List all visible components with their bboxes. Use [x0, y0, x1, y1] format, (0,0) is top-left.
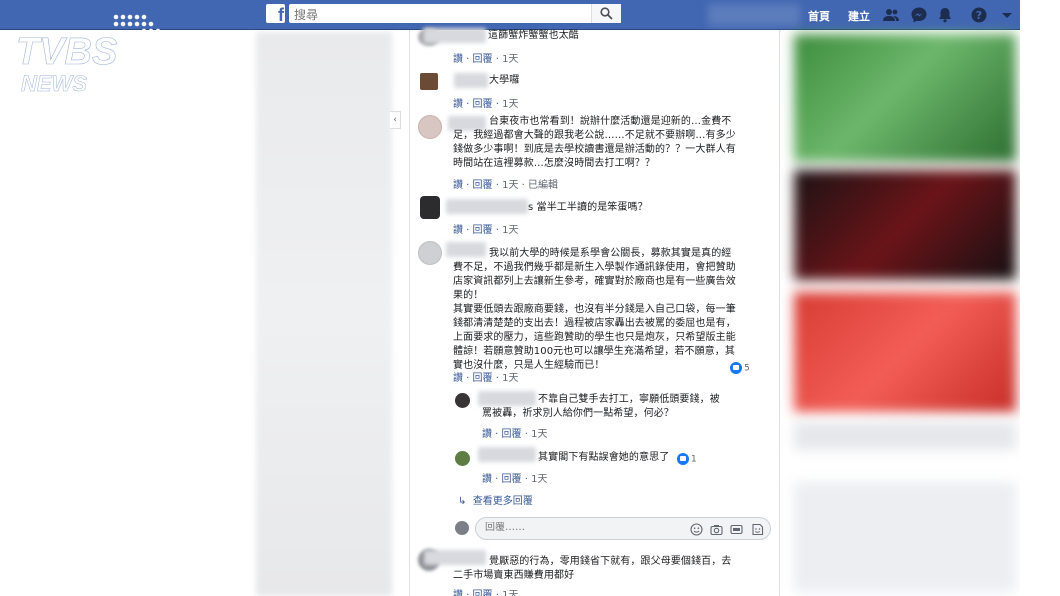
avatar[interactable] [455, 393, 470, 408]
timestamp[interactable]: 1天 [531, 429, 547, 440]
timestamp[interactable]: 1天 [502, 590, 518, 596]
comment-actions: 讚 · 回覆 · 1天 [453, 54, 519, 65]
reply-input[interactable] [485, 522, 675, 533]
reply-link[interactable]: 回覆 [502, 474, 522, 485]
emoji-icon[interactable] [690, 523, 703, 536]
sponsored-text-blurred [794, 482, 1016, 592]
reaction-count[interactable]: 5 [730, 362, 750, 374]
tvbs-news-watermark-logo: TVBS NEWS [16, 14, 168, 96]
svg-text:TVBS: TVBS [16, 31, 117, 73]
view-more-replies-link[interactable]: ↳ 查看更多回覆 [458, 492, 533, 507]
account-menu-chevron-icon[interactable] [998, 6, 1016, 24]
reply-text: 其實閣下有點誤會她的意思了 [538, 452, 670, 463]
reply-composer [475, 517, 771, 540]
comment-text-paragraph: 其實要低頭去跟廠商要錢，也沒有半分錢是入自己口袋，每一筆 錢都清清楚楚的支出去！… [453, 304, 736, 371]
nav-home[interactable]: 首頁 [808, 8, 830, 24]
facebook-logo-icon[interactable]: f [266, 4, 285, 23]
reply-link[interactable]: 回覆 [473, 54, 493, 65]
reaction-count[interactable]: 1 [677, 453, 697, 465]
nav-create[interactable]: 建立 [848, 8, 870, 24]
reply-link[interactable]: 回覆 [473, 590, 493, 596]
avatar[interactable] [420, 196, 440, 219]
comment-actions: 讚 · 回覆 · 1天 [453, 225, 519, 236]
reply-link[interactable]: 回覆 [473, 225, 493, 236]
reply-actions: 讚 · 回覆 · 1天 [482, 429, 548, 440]
commenter-name-blurred[interactable] [446, 199, 528, 214]
edited-label[interactable]: 已編輯 [528, 180, 558, 191]
reply-link[interactable]: 回覆 [502, 429, 522, 440]
comment-text: 這篩蟹炸蟹蟹也太酷 [488, 30, 579, 41]
comment-text: s 當半工半讀的是笨蛋嗎？ [528, 202, 648, 213]
like-link[interactable]: 讚 [453, 225, 463, 236]
right-sidebar-blurred [781, 30, 1020, 596]
search-bar [289, 4, 621, 25]
sponsored-text-blurred [794, 422, 1016, 450]
like-reaction-icon [677, 453, 689, 465]
current-user-avatar[interactable] [455, 521, 469, 535]
left-sidebar-blurred [256, 32, 392, 596]
comment-text: 大學囉 [489, 75, 520, 86]
profile-name-blurred[interactable] [708, 4, 800, 26]
timestamp[interactable]: 1天 [531, 474, 547, 485]
comment-actions: 讚 · 回覆 · 1天 [453, 99, 519, 110]
commenter-name-blurred[interactable] [478, 447, 536, 462]
avatar[interactable] [418, 241, 442, 265]
reply-actions: 讚 · 回覆 · 1天 [482, 474, 548, 485]
gif-icon[interactable] [730, 523, 743, 536]
avatar[interactable] [455, 451, 470, 466]
page: ‹ f 首頁 建立 ? TVBS NEWS [0, 0, 1060, 596]
svg-text:NEWS: NEWS [21, 71, 87, 96]
search-input[interactable] [289, 5, 589, 25]
like-reaction-icon [730, 362, 742, 374]
messenger-icon[interactable] [910, 6, 928, 24]
comment-actions: 讚 · 回覆 · 1天 [453, 586, 518, 596]
collapse-tab[interactable]: ‹ [390, 111, 401, 129]
comment-text: 我以前大學的時候是系學會公關長，募款其實是真的經 費不足，不過我們幾乎都是新生入… [453, 248, 736, 301]
search-icon [600, 7, 613, 20]
like-link[interactable]: 讚 [482, 474, 492, 485]
page-gutter [1020, 0, 1060, 596]
notifications-bell-icon[interactable] [936, 6, 954, 24]
timestamp[interactable]: 1天 [502, 373, 518, 384]
reply-link[interactable]: 回覆 [473, 99, 493, 110]
like-link[interactable]: 讚 [453, 99, 463, 110]
commenter-name-blurred[interactable] [424, 28, 486, 43]
search-button[interactable] [591, 4, 621, 23]
sponsored-image-blurred[interactable] [794, 34, 1016, 162]
like-link[interactable]: 讚 [453, 180, 463, 191]
comment-text: 台東夜市也常看到！說辦什麼活動還是迎新的…金費不 足，我經過都會大聲的跟我老公說… [453, 116, 736, 169]
like-link[interactable]: 讚 [482, 429, 492, 440]
reply-text: 不靠自己雙手去打工，寧願低頭要錢，被 罵被轟，祈求別人給你們一點希望，何必？ [482, 394, 720, 419]
sponsored-image-blurred[interactable] [794, 170, 1016, 280]
timestamp[interactable]: 1天 [502, 99, 518, 110]
reply-arrow-icon: ↳ [458, 496, 467, 507]
timestamp[interactable]: 1天 [502, 225, 518, 236]
sponsored-image-blurred[interactable] [794, 292, 1016, 412]
camera-icon[interactable] [710, 523, 723, 536]
like-link[interactable]: 讚 [453, 54, 463, 65]
avatar[interactable] [420, 73, 438, 90]
commenter-name-blurred[interactable] [454, 73, 488, 88]
avatar[interactable] [418, 115, 442, 139]
comment-actions: 讚 · 回覆 · 1天 [453, 373, 519, 384]
help-icon[interactable]: ? [970, 6, 988, 24]
friends-icon[interactable] [882, 6, 900, 24]
reply-link[interactable]: 回覆 [473, 373, 493, 384]
like-link[interactable]: 讚 [453, 373, 463, 384]
timestamp[interactable]: 1天 [502, 180, 518, 191]
reply-link[interactable]: 回覆 [473, 180, 493, 191]
svg-text:?: ? [976, 9, 982, 22]
like-link[interactable]: 讚 [453, 590, 463, 596]
comment-text: 覺厭惡的行為，零用錢省下就有，跟父母要個錢百，去 二手市場賣東西賺費用都好 [453, 556, 732, 581]
comment-actions: 讚 · 回覆 · 1天 · 已編輯 [453, 180, 559, 191]
sticker-icon[interactable] [751, 523, 764, 536]
timestamp[interactable]: 1天 [502, 54, 518, 65]
